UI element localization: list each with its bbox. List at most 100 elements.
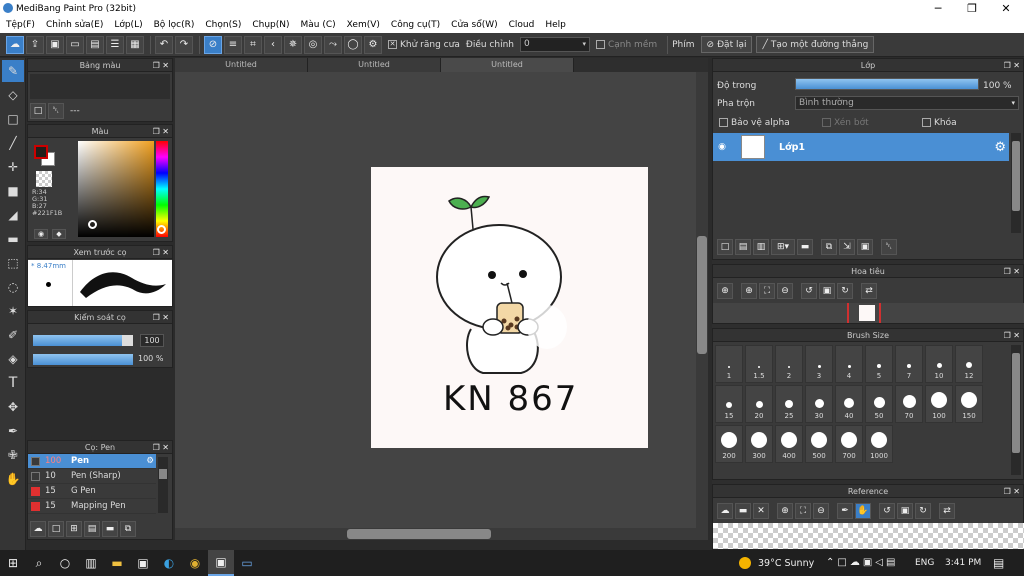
delete-layer-icon[interactable]: ␡ bbox=[881, 239, 897, 255]
brush-size-cell[interactable]: 40 bbox=[835, 385, 863, 423]
brush-size-cell[interactable]: 50 bbox=[865, 385, 893, 423]
select-tool-icon[interactable]: ⬚ bbox=[2, 252, 24, 274]
brush-tool-icon[interactable]: ✎ bbox=[2, 60, 24, 82]
weather-text[interactable]: 39°C Sunny bbox=[758, 558, 814, 569]
settings-icon[interactable]: ⚙ bbox=[364, 35, 382, 54]
menu-edit[interactable]: Chỉnh sửa(E) bbox=[46, 20, 103, 30]
upload-icon[interactable]: ☁ bbox=[30, 521, 46, 537]
tab-untitled-3[interactable]: Untitled bbox=[441, 58, 574, 72]
rotate-left-icon[interactable]: ↺ bbox=[879, 503, 895, 519]
undo-icon[interactable]: ↶ bbox=[155, 35, 173, 54]
menu-window[interactable]: Cửa sổ(W) bbox=[451, 20, 497, 30]
brush-size-cell[interactable]: 7 bbox=[895, 345, 923, 383]
comment-icon[interactable]: ▣ bbox=[46, 35, 64, 54]
rotate-right-icon[interactable]: ↻ bbox=[915, 503, 931, 519]
notification-icon[interactable]: ▤ bbox=[993, 556, 1004, 570]
brush-opacity-slider[interactable] bbox=[33, 354, 133, 365]
close-panel-icon[interactable]: ❐ ✕ bbox=[153, 311, 169, 324]
new-brush-icon[interactable]: □ bbox=[48, 521, 64, 537]
eraser-tool-icon[interactable]: ◇ bbox=[2, 84, 24, 106]
clipping-checkbox[interactable] bbox=[822, 118, 831, 127]
hand-icon[interactable]: ✋ bbox=[855, 503, 871, 519]
fit-screen-icon[interactable]: ⛶ bbox=[759, 283, 775, 299]
parallel-snap-icon[interactable]: ≡ bbox=[224, 35, 242, 54]
menu-file[interactable]: Tệp(F) bbox=[6, 20, 35, 30]
close-panel-icon[interactable]: ❐ ✕ bbox=[1004, 265, 1020, 278]
layer-opacity-slider[interactable] bbox=[795, 78, 979, 90]
move-tool-icon[interactable]: ✛ bbox=[2, 156, 24, 178]
soft-edge-checkbox[interactable] bbox=[595, 40, 605, 49]
brush-row[interactable]: 15 G Pen bbox=[28, 484, 156, 499]
straight-line-button[interactable]: ╱ Tạo một đường thẳng bbox=[756, 36, 875, 53]
language-indicator[interactable]: ENG bbox=[915, 558, 934, 568]
menu-view[interactable]: Xem(V) bbox=[347, 20, 380, 30]
brush-size-cell[interactable]: 25 bbox=[775, 385, 803, 423]
magic-wand-tool-icon[interactable]: ✶ bbox=[2, 300, 24, 322]
store-icon[interactable]: ▣ bbox=[130, 550, 156, 576]
brush-row[interactable]: 15 Mapping Pen bbox=[28, 499, 156, 514]
zoom-out-icon[interactable]: ⊖ bbox=[813, 503, 829, 519]
folder-icon[interactable]: ▬ bbox=[797, 239, 813, 255]
gear-icon[interactable]: ⚙ bbox=[994, 140, 1006, 155]
rotate-left-icon[interactable]: ↺ bbox=[801, 283, 817, 299]
close-panel-icon[interactable]: ❐ ✕ bbox=[153, 125, 169, 138]
select-pen-tool-icon[interactable]: ✐ bbox=[2, 324, 24, 346]
menu-color[interactable]: Màu (C) bbox=[301, 20, 336, 30]
share-icon[interactable]: ⇪ bbox=[26, 35, 44, 54]
gradient-tool-icon[interactable]: ▬ bbox=[2, 228, 24, 250]
windows-start-icon[interactable]: ⊞ bbox=[0, 550, 26, 576]
cortana-icon[interactable]: ○ bbox=[52, 550, 78, 576]
brush-size-cell[interactable]: 2 bbox=[775, 345, 803, 383]
antialias-checkbox[interactable]: ✕ bbox=[388, 40, 397, 49]
brush-size-field[interactable]: 100 bbox=[140, 334, 164, 347]
close-icon[interactable]: ✕ bbox=[989, 0, 1023, 17]
folder-open-icon[interactable]: ▬ bbox=[735, 503, 751, 519]
merge-layer-icon[interactable]: ⇲ bbox=[839, 239, 855, 255]
eye-icon[interactable]: ◉ bbox=[713, 142, 731, 152]
eyedropper-tool-icon[interactable]: ✒ bbox=[2, 420, 24, 442]
dropper-tool-icon[interactable]: ✙ bbox=[2, 444, 24, 466]
close-reference-icon[interactable]: ✕ bbox=[753, 503, 769, 519]
search-icon[interactable]: ⌕ bbox=[26, 550, 52, 576]
brush-size-cell[interactable]: 20 bbox=[745, 385, 773, 423]
system-tray-icons[interactable]: ⌃□☁▣◁▤ bbox=[826, 557, 898, 568]
clock[interactable]: 3:41 PM bbox=[945, 558, 981, 568]
lock-checkbox[interactable] bbox=[922, 118, 931, 127]
alpha-protect-checkbox[interactable] bbox=[719, 118, 728, 127]
eyedropper-icon[interactable]: ✒ bbox=[837, 503, 853, 519]
brush-size-cell[interactable]: 150 bbox=[955, 385, 983, 423]
close-panel-icon[interactable]: ❐ ✕ bbox=[153, 246, 169, 259]
redo-icon[interactable]: ↷ bbox=[175, 35, 193, 54]
menu-select[interactable]: Chọn(S) bbox=[205, 20, 241, 30]
grid-icon[interactable]: ▦ bbox=[126, 35, 144, 54]
close-panel-icon[interactable]: ❐ ✕ bbox=[1004, 485, 1020, 498]
add-layer-menu-icon[interactable]: ⊞▾ bbox=[771, 239, 795, 255]
duplicate-icon[interactable]: ⧉ bbox=[120, 521, 136, 537]
shape-tool-icon[interactable]: □ bbox=[2, 108, 24, 130]
menu-help[interactable]: Help bbox=[545, 20, 566, 30]
zoom-in-icon[interactable]: ⊕ bbox=[777, 503, 793, 519]
messenger-icon[interactable]: ▭ bbox=[234, 550, 260, 576]
curve-snap-icon[interactable]: ⤳ bbox=[324, 35, 342, 54]
brush-size-cell[interactable]: 300 bbox=[745, 425, 773, 463]
brush-list-scrollbar[interactable] bbox=[158, 457, 168, 513]
fill-rect-tool-icon[interactable]: ■ bbox=[2, 180, 24, 202]
zoom-in-icon[interactable]: ⊕ bbox=[741, 283, 757, 299]
weather-icon[interactable] bbox=[739, 557, 751, 569]
drop-icon[interactable]: ◆ bbox=[52, 229, 66, 239]
bucket-tool-icon[interactable]: ◢ bbox=[2, 204, 24, 226]
close-panel-icon[interactable]: ❐ ✕ bbox=[1004, 59, 1020, 72]
brush-size-cell[interactable]: 1.5 bbox=[745, 345, 773, 383]
primary-color-swatch[interactable] bbox=[34, 145, 48, 159]
brush-size-cell[interactable]: 15 bbox=[715, 385, 743, 423]
flip-icon[interactable]: ⇄ bbox=[861, 283, 877, 299]
document-icon[interactable]: ▤ bbox=[86, 35, 104, 54]
duplicate-layer-icon[interactable]: ⧉ bbox=[821, 239, 837, 255]
navigator-preview[interactable] bbox=[713, 303, 1024, 323]
canvas-vertical-scrollbar[interactable] bbox=[696, 72, 708, 528]
chrome-icon[interactable]: ◉ bbox=[182, 550, 208, 576]
brush-size-cell[interactable]: 12 bbox=[955, 345, 983, 383]
brush-size-cell[interactable]: 10 bbox=[925, 345, 953, 383]
zoom-out-icon[interactable]: ⊖ bbox=[777, 283, 793, 299]
transparent-swatch[interactable] bbox=[36, 171, 52, 187]
